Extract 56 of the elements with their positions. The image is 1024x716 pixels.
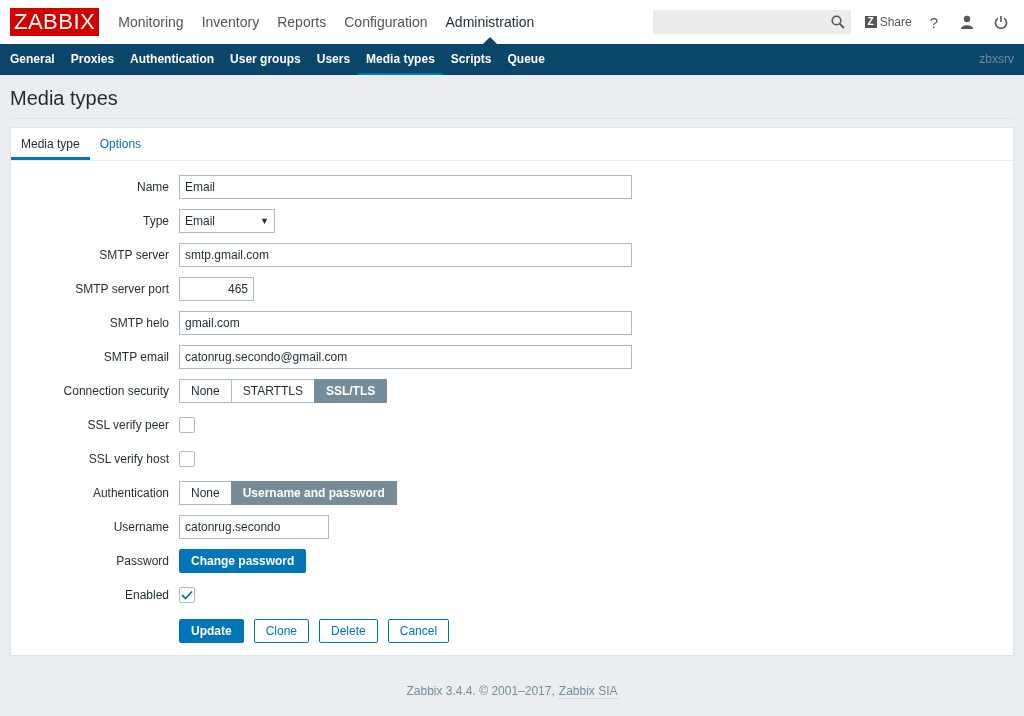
form-action-button[interactable]: Cancel: [387, 619, 450, 643]
input-field[interactable]: catonrug.secondo: [179, 515, 329, 539]
segment-option[interactable]: None: [179, 481, 232, 505]
sub-menu-item[interactable]: Queue: [499, 44, 553, 75]
field-label: Name: [136, 179, 169, 196]
form-action-button[interactable]: Delete: [319, 619, 378, 643]
segment-option[interactable]: None: [179, 379, 232, 403]
tab[interactable]: Options: [89, 128, 152, 160]
main-menu-item[interactable]: Monitoring: [109, 0, 193, 44]
checkbox[interactable]: [179, 451, 195, 467]
user-icon[interactable]: [960, 15, 974, 29]
sub-menu-item[interactable]: Users: [308, 44, 359, 75]
field-label: Password: [115, 553, 169, 570]
change-password-button[interactable]: Change password: [179, 549, 307, 573]
main-menu-item[interactable]: Reports: [268, 0, 336, 44]
input-field[interactable]: gmail.com: [179, 311, 632, 335]
main-menu-item[interactable]: Inventory: [192, 0, 269, 44]
field-label: SMTP server port: [74, 281, 169, 298]
sub-menu-item[interactable]: Proxies: [62, 44, 123, 75]
copyright-text: Zabbix 3.4.4. © 2001–2017,: [406, 684, 555, 698]
main-menu-item[interactable]: Administration: [436, 0, 544, 44]
checkbox[interactable]: [179, 587, 195, 603]
input-field[interactable]: 465: [179, 277, 254, 301]
field-label: Username: [112, 519, 169, 536]
field-label: SSL verify peer: [86, 417, 169, 434]
sub-menu-item[interactable]: Authentication: [122, 44, 223, 75]
field-label: Type: [142, 213, 169, 230]
search-field[interactable]: [652, 10, 851, 34]
form-action-button[interactable]: Update: [179, 619, 244, 643]
input-field[interactable]: Email: [179, 175, 632, 199]
field-label: Authentication: [91, 485, 169, 502]
share-link[interactable]: Z Share: [864, 15, 912, 29]
power-icon[interactable]: [994, 15, 1008, 29]
main-menu-item[interactable]: Configuration: [335, 0, 437, 44]
sub-menu-item[interactable]: User groups: [222, 44, 309, 75]
field-label: SMTP server: [98, 247, 169, 264]
server-name: zbxsrv: [979, 51, 1015, 68]
sub-menu-item[interactable]: Media types: [358, 44, 443, 75]
field-label: Enabled: [123, 587, 169, 604]
input-field[interactable]: smtp.gmail.com: [179, 243, 632, 267]
page-title: Media types: [10, 75, 1014, 119]
tab[interactable]: Media type: [11, 128, 90, 160]
help-link[interactable]: ?: [929, 13, 938, 31]
field-label: SMTP helo: [108, 315, 169, 332]
field-label: Connection security: [62, 383, 169, 400]
input-field[interactable]: catonrug.secondo@gmail.com: [179, 345, 632, 369]
segment-option[interactable]: STARTTLS: [230, 379, 315, 403]
form-action-button[interactable]: Clone: [253, 619, 310, 643]
search-icon[interactable]: [830, 15, 845, 29]
logo[interactable]: ZABBIX: [10, 8, 100, 36]
field-label: SSL verify host: [87, 451, 169, 468]
field-label: SMTP email: [102, 349, 169, 366]
checkbox[interactable]: [179, 417, 195, 433]
sub-menu-item[interactable]: Scripts: [442, 44, 500, 75]
sub-menu-item[interactable]: General: [2, 44, 63, 75]
type-dropdown[interactable]: Email ▼: [179, 209, 275, 233]
